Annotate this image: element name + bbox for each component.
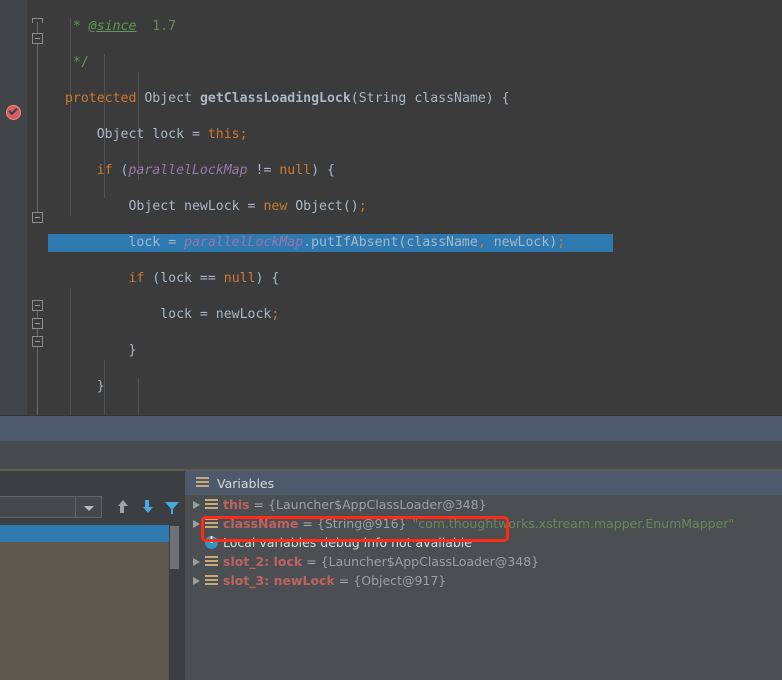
code-editor[interactable]: * @since 1.7 */ protected Object getClas… <box>0 0 782 415</box>
code-line: Object lock = this; <box>48 126 613 144</box>
breakpoint-checked-icon[interactable] <box>6 105 21 120</box>
chevron-down-icon[interactable] <box>75 497 101 517</box>
variable-string-value: "com.thoughtworks.xstream.mapper.EnumMap… <box>412 516 734 531</box>
variable-icon <box>205 556 218 568</box>
ide-debugger-window: * @since 1.7 */ protected Object getClas… <box>0 0 782 680</box>
variable-value: {Object@917} <box>353 573 446 588</box>
code-text-area[interactable]: * @since 1.7 */ protected Object getClas… <box>48 0 782 415</box>
info-icon <box>205 536 218 549</box>
funnel-filter-icon <box>165 502 179 514</box>
variable-name: slot_3: newLock <box>223 573 335 588</box>
table-row[interactable]: className = {String@916} "com.thoughtwor… <box>185 514 782 533</box>
editor-fold-gutter[interactable] <box>27 0 48 415</box>
variable-icon <box>205 499 218 511</box>
frames-scrollbar-thumb[interactable] <box>170 526 179 569</box>
source-code[interactable]: * @since 1.7 */ protected Object getClas… <box>48 0 613 415</box>
variable-icon <box>205 518 218 530</box>
fold-region-line <box>37 22 38 222</box>
variables-panel: Variables this = {Launcher$AppClassLoade… <box>185 471 782 680</box>
table-row[interactable]: slot_3: newLock = {Object@917} <box>185 571 782 590</box>
expand-triangle-icon[interactable] <box>189 495 205 514</box>
variable-icon <box>205 575 218 587</box>
fold-collapse-marker[interactable] <box>32 33 43 44</box>
equals-sign: = <box>306 554 316 569</box>
move-up-button[interactable] <box>113 498 131 516</box>
fold-collapse-marker[interactable] <box>32 300 43 311</box>
tab-variables[interactable]: Variables <box>185 471 782 495</box>
frames-scrollbar[interactable] <box>169 525 180 680</box>
code-line-current[interactable]: lock = parallelLockMap.putIfAbsent(class… <box>48 234 613 252</box>
fold-region-cap-top <box>32 18 43 23</box>
debug-toolbar-strip[interactable] <box>0 441 782 469</box>
code-line: } <box>48 378 613 396</box>
fold-collapse-marker[interactable] <box>32 212 43 223</box>
fold-collapse-marker[interactable] <box>32 336 43 347</box>
variable-name: className <box>223 516 298 531</box>
move-down-button[interactable] <box>138 498 156 516</box>
code-line: * @since 1.7 <box>48 18 613 36</box>
expand-triangle-icon[interactable] <box>189 552 205 571</box>
table-row[interactable]: slot_2: lock = {Launcher$AppClassLoader@… <box>185 552 782 571</box>
code-line: if (parallelLockMap != null) { <box>48 162 613 180</box>
arrow-down-stem <box>145 500 149 507</box>
debugger-panel: Variables this = {Launcher$AppClassLoade… <box>0 471 782 680</box>
code-line: */ <box>48 54 613 72</box>
tab-variables-label: Variables <box>217 476 274 491</box>
editor-bottom-bar <box>0 415 782 442</box>
variable-value: {Launcher$AppClassLoader@348} <box>321 554 539 569</box>
code-line: lock = newLock; <box>48 306 613 324</box>
frames-selected-row[interactable] <box>0 525 174 542</box>
frames-thread-selector[interactable] <box>0 496 102 518</box>
list-item: Local variables debug info not available <box>185 533 782 552</box>
frames-list[interactable] <box>0 525 180 680</box>
code-line: } <box>48 342 613 360</box>
expand-placeholder <box>189 533 205 552</box>
arrow-down-icon <box>143 507 153 513</box>
variable-value: {Launcher$AppClassLoader@348} <box>268 497 486 512</box>
expand-triangle-icon[interactable] <box>189 571 205 590</box>
equals-sign: = <box>254 497 264 512</box>
debug-info-note: Local variables debug info not available <box>223 535 472 550</box>
equals-sign: = <box>339 573 349 588</box>
equals-sign: = <box>302 516 312 531</box>
variable-name: slot_2: lock <box>223 554 302 569</box>
fold-collapse-marker[interactable] <box>32 318 43 329</box>
filter-button[interactable] <box>163 498 181 516</box>
arrow-up-stem <box>120 506 124 513</box>
variables-list[interactable]: this = {Launcher$AppClassLoader@348} cla… <box>185 495 782 680</box>
stacked-lines-icon <box>196 477 209 489</box>
variable-value: {String@916} <box>317 516 407 531</box>
code-line: if (lock == null) { <box>48 270 613 288</box>
code-line: protected Object getClassLoadingLock(Str… <box>48 90 613 108</box>
variable-name: this <box>223 497 250 512</box>
frames-toolbar[interactable] <box>0 495 180 525</box>
frames-panel[interactable] <box>0 471 180 680</box>
table-row[interactable]: this = {Launcher$AppClassLoader@348} <box>185 495 782 514</box>
expand-triangle-icon[interactable] <box>189 514 205 533</box>
code-line: Object newLock = new Object(); <box>48 198 613 216</box>
editor-annotation-gutter[interactable] <box>0 0 27 415</box>
